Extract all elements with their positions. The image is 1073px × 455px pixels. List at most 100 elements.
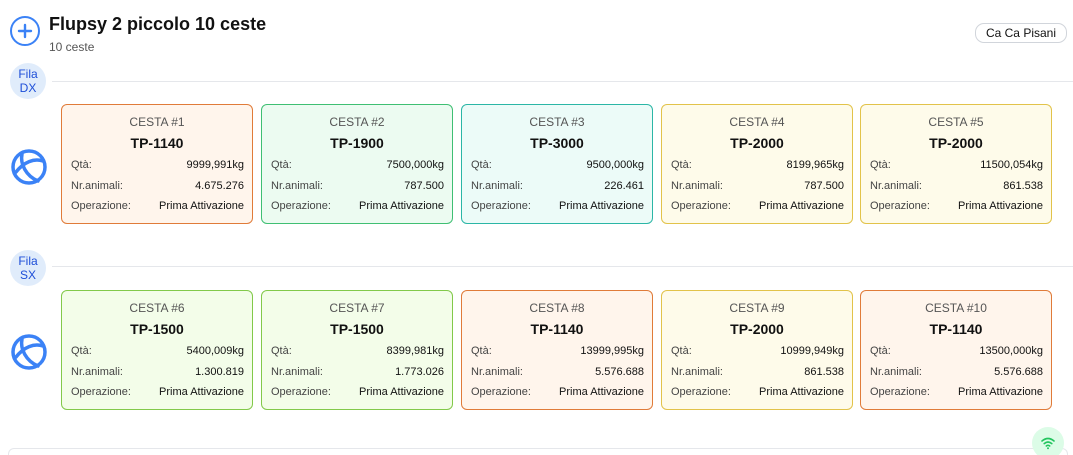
row-label-text: Fila DX	[18, 67, 38, 95]
animali-label: Nr.animali:	[671, 366, 723, 378]
basket-size: TP-1140	[929, 321, 983, 337]
animali-label: Nr.animali:	[271, 180, 323, 192]
basket-name: CESTA #7	[329, 301, 385, 315]
operazione-value: Prima Attivazione	[159, 386, 244, 398]
qta-label: Qtà:	[471, 345, 492, 357]
animali-value: 4.675.276	[195, 180, 244, 192]
animali-label: Nr.animali:	[71, 366, 123, 378]
operazione-value: Prima Attivazione	[559, 200, 644, 212]
basket-size: TP-2000	[730, 135, 784, 151]
operazione-value: Prima Attivazione	[759, 386, 844, 398]
qta-value: 9500,000kg	[586, 159, 645, 171]
basket-name: CESTA #5	[928, 115, 984, 129]
next-panel	[8, 448, 1068, 455]
qta-value: 5400,009kg	[186, 345, 245, 357]
basket-name: CESTA #1	[129, 115, 185, 129]
animali-label: Nr.animali:	[870, 180, 922, 192]
basket-card[interactable]: CESTA #6 TP-1500 Qtà: 5400,009kg Nr.anima…	[61, 290, 253, 410]
operazione-value: Prima Attivazione	[559, 386, 644, 398]
qta-value: 7500,000kg	[386, 159, 445, 171]
animali-label: Nr.animali:	[471, 180, 523, 192]
operazione-label: Operazione:	[870, 200, 930, 212]
basket-name: CESTA #2	[329, 115, 385, 129]
basket-size: TP-3000	[530, 135, 584, 151]
animali-label: Nr.animali:	[71, 180, 123, 192]
qta-value: 9999,991kg	[186, 159, 245, 171]
basket-name: CESTA #6	[129, 301, 185, 315]
basket-card[interactable]: CESTA #4 TP-2000 Qtà: 8199,965kg Nr.anima…	[661, 104, 853, 224]
basket-size: TP-1140	[530, 321, 584, 337]
qta-value: 8399,981kg	[386, 345, 445, 357]
basket-card[interactable]: CESTA #2 TP-1900 Qtà: 7500,000kg Nr.anima…	[261, 104, 453, 224]
operazione-label: Operazione:	[671, 386, 731, 398]
animali-value: 861.538	[1003, 180, 1043, 192]
operazione-label: Operazione:	[271, 200, 331, 212]
row-divider	[52, 81, 1073, 82]
animali-value: 1.300.819	[195, 366, 244, 378]
qta-label: Qtà:	[71, 159, 92, 171]
operazione-value: Prima Attivazione	[759, 200, 844, 212]
qta-value: 10999,949kg	[780, 345, 844, 357]
basket-name: CESTA #10	[925, 301, 987, 315]
animali-label: Nr.animali:	[671, 180, 723, 192]
basket-name: CESTA #8	[529, 301, 585, 315]
animali-label: Nr.animali:	[870, 366, 922, 378]
qta-label: Qtà:	[471, 159, 492, 171]
basket-card[interactable]: CESTA #8 TP-1140 Qtà: 13999,995kg Nr.anim…	[461, 290, 653, 410]
animali-value: 226.461	[604, 180, 644, 192]
row-label-text: Fila SX	[18, 254, 38, 282]
operazione-label: Operazione:	[71, 200, 131, 212]
animali-value: 787.500	[804, 180, 844, 192]
animali-value: 861.538	[804, 366, 844, 378]
qta-label: Qtà:	[671, 345, 692, 357]
basket-size: TP-1140	[130, 135, 184, 151]
basket-card[interactable]: CESTA #3 TP-3000 Qtà: 9500,000kg Nr.anima…	[461, 104, 653, 224]
basket-card[interactable]: CESTA #5 TP-2000 Qtà: 11500,054kg Nr.anim…	[860, 104, 1052, 224]
qta-label: Qtà:	[271, 159, 292, 171]
basket-size: TP-2000	[730, 321, 784, 337]
basket-card[interactable]: CESTA #1 TP-1140 Qtà: 9999,991kg Nr.anima…	[61, 104, 253, 224]
animali-value: 5.576.688	[994, 366, 1043, 378]
operazione-label: Operazione:	[71, 386, 131, 398]
basket-size: TP-2000	[929, 135, 983, 151]
qta-label: Qtà:	[870, 159, 891, 171]
add-basket-button[interactable]	[10, 16, 40, 46]
plus-icon	[17, 23, 33, 39]
qta-label: Qtà:	[271, 345, 292, 357]
basket-size: TP-1500	[330, 321, 384, 337]
basket-card[interactable]: CESTA #7 TP-1500 Qtà: 8399,981kg Nr.anima…	[261, 290, 453, 410]
page-subtitle: 10 ceste	[49, 40, 95, 54]
operazione-value: Prima Attivazione	[359, 200, 444, 212]
animali-value: 5.576.688	[595, 366, 644, 378]
qta-label: Qtà:	[870, 345, 891, 357]
qta-value: 11500,054kg	[980, 159, 1043, 171]
basket-card[interactable]: CESTA #9 TP-2000 Qtà: 10999,949kg Nr.anim…	[661, 290, 853, 410]
qta-value: 13500,000kg	[979, 345, 1043, 357]
operazione-value: Prima Attivazione	[359, 386, 444, 398]
animali-label: Nr.animali:	[471, 366, 523, 378]
qta-value: 13999,995kg	[580, 345, 644, 357]
animali-value: 787.500	[404, 180, 444, 192]
operazione-value: Prima Attivazione	[958, 386, 1043, 398]
row-divider	[52, 266, 1073, 267]
operazione-label: Operazione:	[271, 386, 331, 398]
operazione-value: Prima Attivazione	[958, 200, 1043, 212]
basket-name: CESTA #4	[729, 115, 785, 129]
connection-status-button[interactable]	[1032, 427, 1064, 455]
operazione-label: Operazione:	[471, 386, 531, 398]
operazione-label: Operazione:	[870, 386, 930, 398]
globe-icon[interactable]	[10, 333, 48, 371]
location-badge[interactable]: Ca Ca Pisani	[974, 23, 1067, 43]
basket-name: CESTA #9	[729, 301, 785, 315]
basket-card[interactable]: CESTA #10 TP-1140 Qtà: 13500,000kg Nr.ani…	[860, 290, 1052, 410]
operazione-label: Operazione:	[471, 200, 531, 212]
row-label-sx: Fila SX	[10, 250, 46, 286]
qta-value: 8199,965kg	[786, 159, 845, 171]
basket-size: TP-1500	[130, 321, 184, 337]
page-header: Flupsy 2 piccolo 10 ceste 10 ceste Ca Ca…	[0, 0, 1073, 60]
wifi-icon	[1041, 437, 1055, 450]
animali-value: 1.773.026	[395, 366, 444, 378]
qta-label: Qtà:	[671, 159, 692, 171]
operazione-value: Prima Attivazione	[159, 200, 244, 212]
globe-icon[interactable]	[10, 148, 48, 186]
